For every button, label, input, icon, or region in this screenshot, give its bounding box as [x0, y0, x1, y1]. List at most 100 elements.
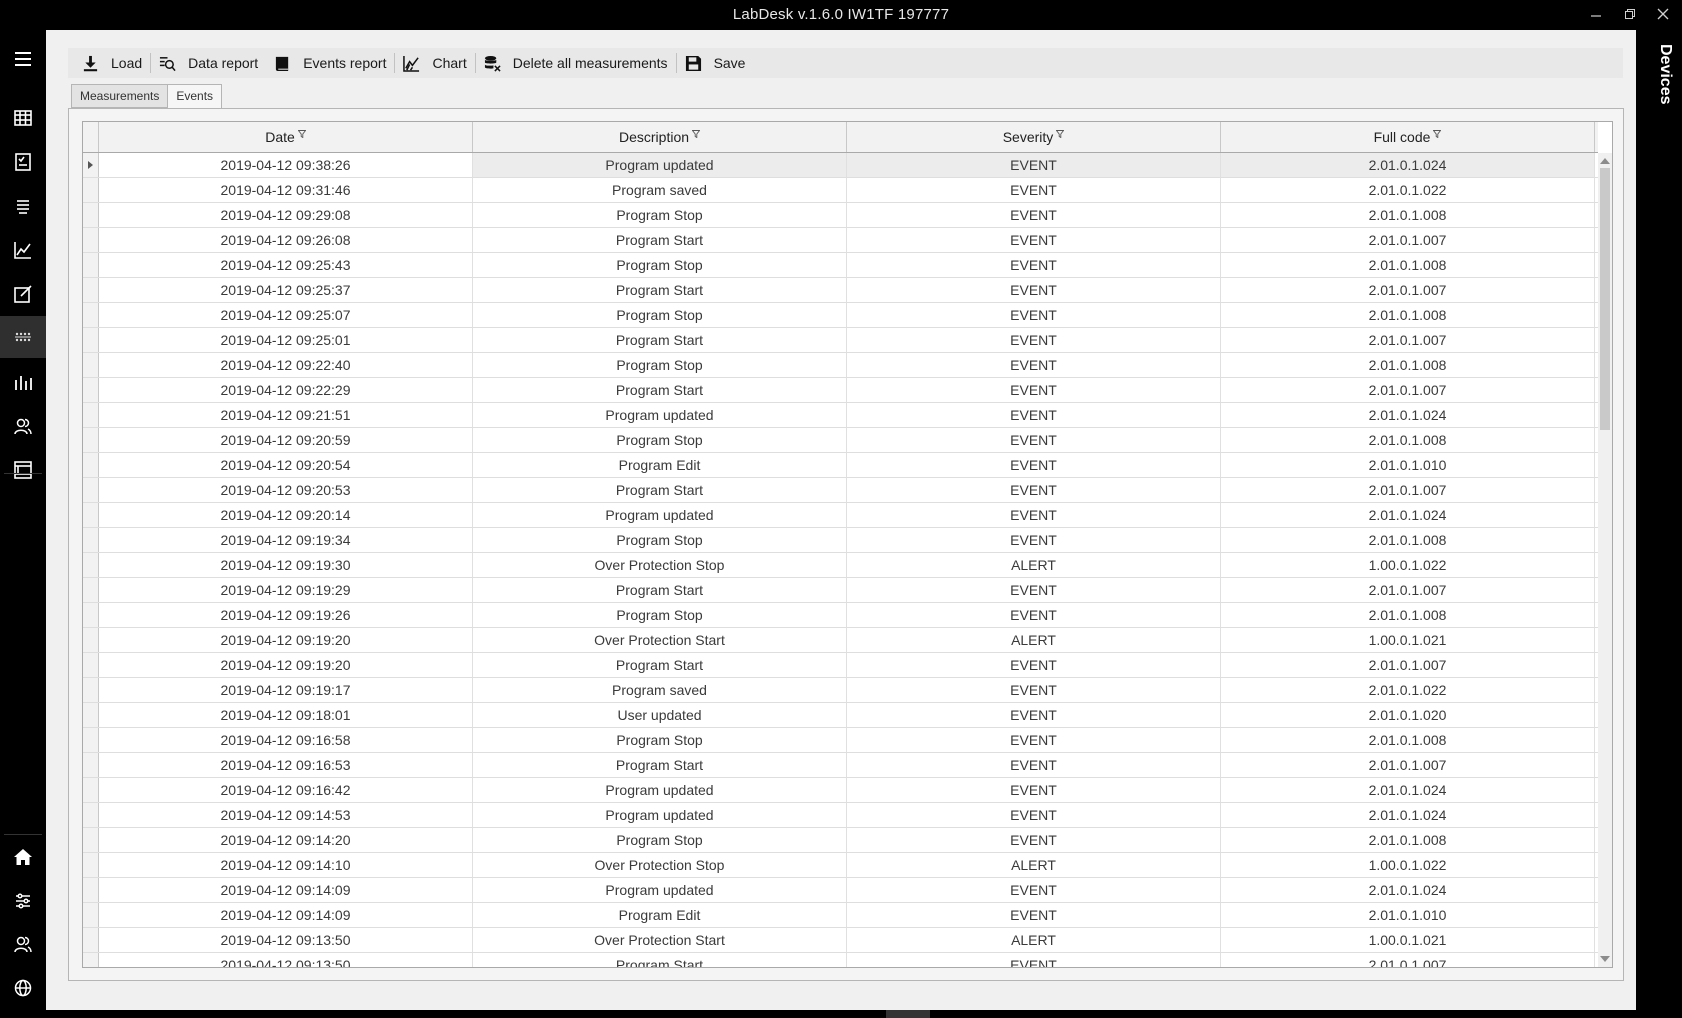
- row-selector[interactable]: [83, 328, 99, 352]
- scrollbar-thumb[interactable]: [1600, 168, 1610, 430]
- cell-date[interactable]: 2019-04-12 09:19:20: [99, 628, 473, 652]
- tab-events[interactable]: Events: [167, 84, 223, 109]
- cell-full-code[interactable]: 2.01.0.1.022: [1221, 678, 1595, 702]
- row-selector[interactable]: [83, 903, 99, 927]
- nav-edit-button[interactable]: [0, 273, 46, 315]
- cell-description[interactable]: Program updated: [473, 778, 847, 802]
- cell-severity[interactable]: EVENT: [847, 778, 1221, 802]
- table-row[interactable]: 2019-04-12 09:14:09 Program Edit EVENT 2.01…: [83, 903, 1598, 928]
- cell-date[interactable]: 2019-04-12 09:14:09: [99, 903, 473, 927]
- row-selector[interactable]: [83, 778, 99, 802]
- cell-severity[interactable]: EVENT: [847, 578, 1221, 602]
- cell-full-code[interactable]: 2.01.0.1.007: [1221, 378, 1595, 402]
- cell-date[interactable]: 2019-04-12 09:14:53: [99, 803, 473, 827]
- table-row[interactable]: 2019-04-12 09:14:20 Program Stop EVENT 2.01…: [83, 828, 1598, 853]
- cell-severity[interactable]: EVENT: [847, 453, 1221, 477]
- cell-full-code[interactable]: 2.01.0.1.008: [1221, 528, 1595, 552]
- nav-bar-chart-button[interactable]: [0, 361, 46, 403]
- cell-description[interactable]: Program Stop: [473, 603, 847, 627]
- row-selector[interactable]: [83, 578, 99, 602]
- cell-description[interactable]: Over Protection Stop: [473, 553, 847, 577]
- save-button[interactable]: Save: [677, 50, 754, 76]
- cell-description[interactable]: Program Start: [473, 228, 847, 252]
- table-row[interactable]: 2019-04-12 09:25:43 Program Stop EVENT 2.01…: [83, 253, 1598, 278]
- cell-severity[interactable]: EVENT: [847, 303, 1221, 327]
- table-row[interactable]: 2019-04-12 09:14:53 Program updated EVENT 2…: [83, 803, 1598, 828]
- cell-description[interactable]: Program Edit: [473, 903, 847, 927]
- load-button[interactable]: Load: [74, 50, 150, 76]
- cell-date[interactable]: 2019-04-12 09:38:26: [99, 153, 473, 177]
- cell-severity[interactable]: EVENT: [847, 603, 1221, 627]
- table-row[interactable]: 2019-04-12 09:19:20 Program Start EVENT 2.0…: [83, 653, 1598, 678]
- row-selector[interactable]: [83, 228, 99, 252]
- cell-description[interactable]: Program Stop: [473, 203, 847, 227]
- column-header-date[interactable]: Date: [99, 122, 473, 152]
- cell-full-code[interactable]: 2.01.0.1.024: [1221, 803, 1595, 827]
- cell-full-code[interactable]: 2.01.0.1.007: [1221, 328, 1595, 352]
- cell-severity[interactable]: EVENT: [847, 653, 1221, 677]
- row-selector[interactable]: [83, 478, 99, 502]
- table-row[interactable]: 2019-04-12 09:19:34 Program Stop EVENT 2.01…: [83, 528, 1598, 553]
- cell-severity[interactable]: EVENT: [847, 403, 1221, 427]
- row-selector[interactable]: [83, 878, 99, 902]
- table-row[interactable]: 2019-04-12 09:29:08 Program Stop EVENT 2.01…: [83, 203, 1598, 228]
- cell-description[interactable]: Program updated: [473, 803, 847, 827]
- table-row[interactable]: 2019-04-12 09:20:53 Program Start EVENT 2.0…: [83, 478, 1598, 503]
- cell-full-code[interactable]: 2.01.0.1.008: [1221, 428, 1595, 452]
- cell-severity[interactable]: EVENT: [847, 478, 1221, 502]
- cell-date[interactable]: 2019-04-12 09:26:08: [99, 228, 473, 252]
- table-row[interactable]: 2019-04-12 09:14:10 Over Protection Stop A…: [83, 853, 1598, 878]
- cell-full-code[interactable]: 2.01.0.1.022: [1221, 178, 1595, 202]
- column-header-severity[interactable]: Severity: [847, 122, 1221, 152]
- cell-description[interactable]: Program updated: [473, 878, 847, 902]
- vertical-scrollbar[interactable]: [1598, 153, 1612, 967]
- cell-full-code[interactable]: 1.00.0.1.021: [1221, 628, 1595, 652]
- row-selector[interactable]: [83, 928, 99, 952]
- cell-date[interactable]: 2019-04-12 09:19:26: [99, 603, 473, 627]
- row-selector[interactable]: [83, 353, 99, 377]
- table-row[interactable]: 2019-04-12 09:18:01 User updated EVENT 2.01…: [83, 703, 1598, 728]
- cell-full-code[interactable]: 2.01.0.1.007: [1221, 953, 1595, 967]
- cell-description[interactable]: Program Stop: [473, 303, 847, 327]
- row-selector[interactable]: [83, 253, 99, 277]
- nav-users-button[interactable]: [0, 405, 46, 447]
- row-selector[interactable]: [83, 953, 99, 967]
- cell-date[interactable]: 2019-04-12 09:14:10: [99, 853, 473, 877]
- cell-full-code[interactable]: 2.01.0.1.020: [1221, 703, 1595, 727]
- close-button[interactable]: [1651, 4, 1675, 26]
- cell-date[interactable]: 2019-04-12 09:25:07: [99, 303, 473, 327]
- row-selector[interactable]: [83, 803, 99, 827]
- nav-accounts-button[interactable]: [0, 923, 46, 965]
- table-row[interactable]: 2019-04-12 09:25:07 Program Stop EVENT 2.01…: [83, 303, 1598, 328]
- cell-date[interactable]: 2019-04-12 09:25:01: [99, 328, 473, 352]
- cell-description[interactable]: Program Start: [473, 378, 847, 402]
- cell-description[interactable]: Program Start: [473, 753, 847, 777]
- cell-description[interactable]: Program saved: [473, 178, 847, 202]
- nav-line-chart-button[interactable]: [0, 229, 46, 271]
- cell-severity[interactable]: EVENT: [847, 828, 1221, 852]
- cell-severity[interactable]: ALERT: [847, 853, 1221, 877]
- cell-date[interactable]: 2019-04-12 09:13:50: [99, 928, 473, 952]
- cell-severity[interactable]: EVENT: [847, 528, 1221, 552]
- cell-date[interactable]: 2019-04-12 09:29:08: [99, 203, 473, 227]
- chart-button[interactable]: Chart: [395, 50, 474, 76]
- cell-date[interactable]: 2019-04-12 09:20:14: [99, 503, 473, 527]
- nav-checklist-button[interactable]: [0, 141, 46, 183]
- cell-full-code[interactable]: 2.01.0.1.008: [1221, 728, 1595, 752]
- cell-date[interactable]: 2019-04-12 09:16:58: [99, 728, 473, 752]
- table-row[interactable]: 2019-04-12 09:16:53 Program Start EVENT 2.0…: [83, 753, 1598, 778]
- cell-severity[interactable]: EVENT: [847, 153, 1221, 177]
- table-row[interactable]: 2019-04-12 09:38:26 Program updated EVENT 2…: [83, 153, 1598, 178]
- nav-home-button[interactable]: [0, 836, 46, 878]
- table-row[interactable]: 2019-04-12 09:13:50 Program Start EVENT 2.0…: [83, 953, 1598, 967]
- column-header-full-code[interactable]: Full code: [1221, 122, 1595, 152]
- cell-full-code[interactable]: 2.01.0.1.024: [1221, 778, 1595, 802]
- cell-description[interactable]: Program Start: [473, 953, 847, 967]
- cell-date[interactable]: 2019-04-12 09:20:54: [99, 453, 473, 477]
- cell-severity[interactable]: EVENT: [847, 253, 1221, 277]
- minimize-button[interactable]: [1584, 4, 1608, 26]
- cell-severity[interactable]: EVENT: [847, 878, 1221, 902]
- cell-description[interactable]: Program Stop: [473, 528, 847, 552]
- cell-description[interactable]: Over Protection Start: [473, 928, 847, 952]
- nav-language-button[interactable]: [0, 967, 46, 1009]
